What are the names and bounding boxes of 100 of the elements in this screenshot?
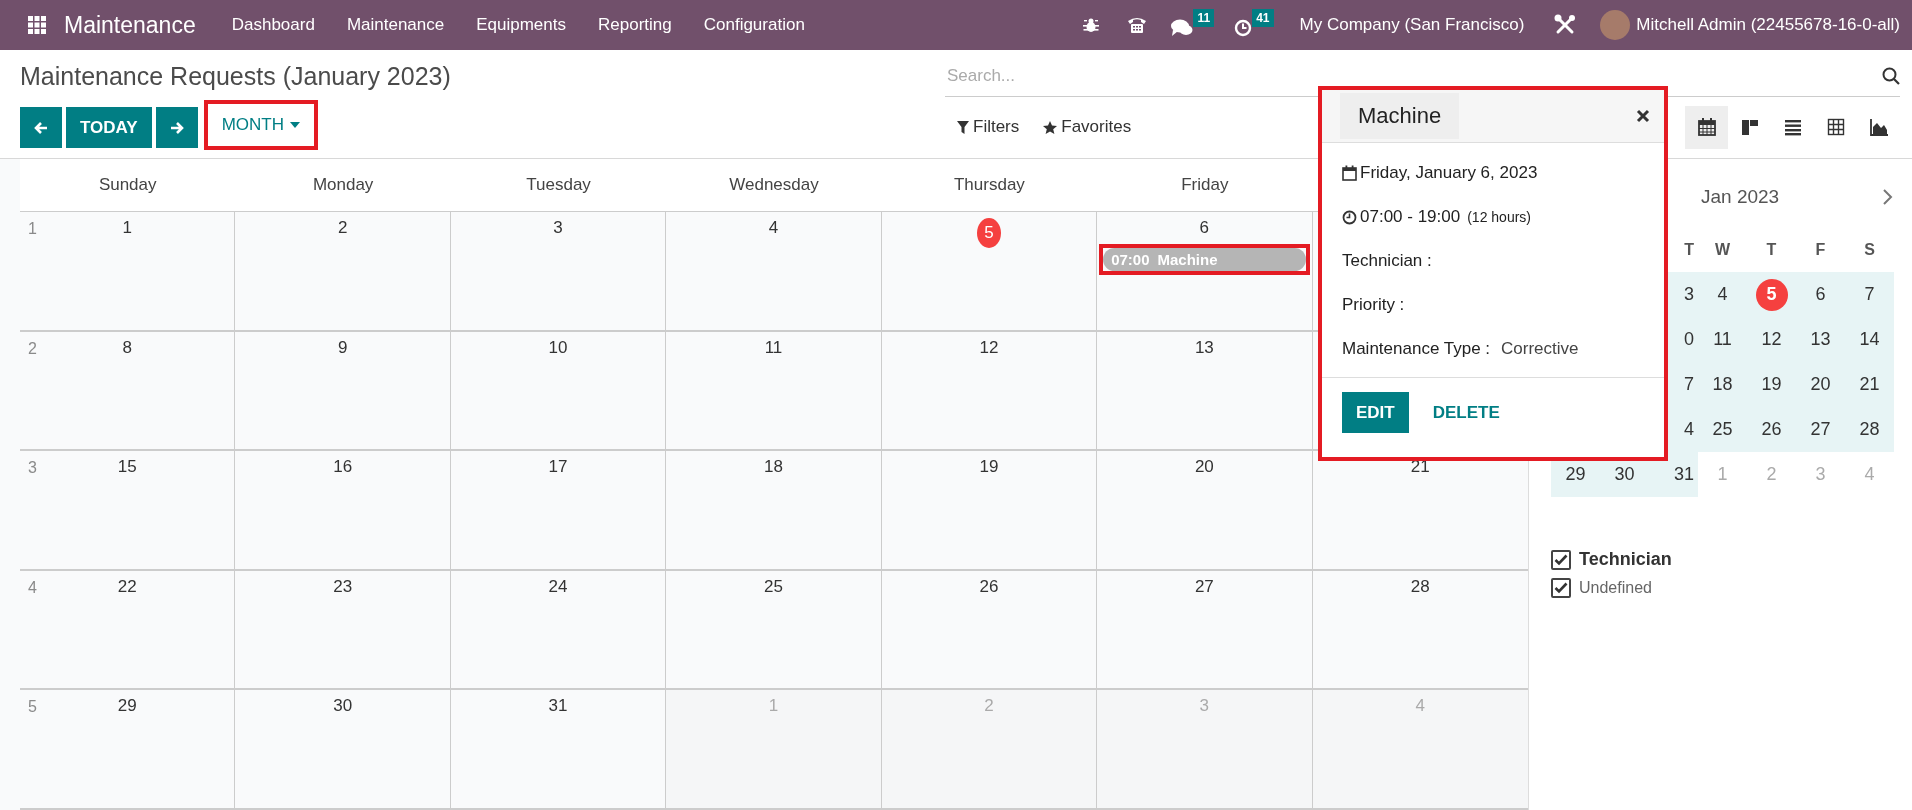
day-number: 24 [548,576,568,597]
day-number: 13 [1194,337,1214,358]
clock-icon[interactable] [1234,19,1253,37]
mini-calendar-day[interactable]: 28 [1859,419,1880,440]
day-number: 5 [976,218,1001,248]
day-number: 27 [1194,576,1214,597]
apps-menu-icon[interactable] [28,16,46,34]
caret-icon [289,122,300,128]
day-number: 30 [333,696,353,717]
filter-group-title: Technician [1579,549,1672,570]
day-number: 9 [337,337,348,358]
mini-calendar-day[interactable]: 18 [1712,374,1733,395]
view-switch-button[interactable] [1685,105,1728,149]
mini-calendar-day[interactable]: 7 [1864,284,1875,305]
day-number: 28 [1410,576,1430,597]
mini-calendar-day[interactable]: 5 [1755,278,1788,311]
clock-icon [1342,209,1357,225]
menu-item[interactable]: Equipments [460,15,582,35]
mini-calendar-day[interactable]: 4 [1684,419,1694,440]
day-number: 1 [768,696,779,717]
mini-calendar-day[interactable]: 4 [1717,284,1728,305]
weekday-header: Tuesday [526,175,591,195]
mini-calendar-day[interactable]: 20 [1810,374,1831,395]
kanban-icon [1740,118,1759,136]
day-number: 4 [768,218,779,238]
week-number: 1 [28,220,37,238]
tools-icon[interactable] [1554,14,1577,36]
weekday-header: Monday [312,175,374,195]
checkbox[interactable] [1551,578,1571,598]
next-month-icon[interactable] [1882,188,1894,206]
mini-calendar-day[interactable]: 30 [1614,464,1635,485]
menu-item[interactable]: Reporting [582,15,688,35]
popover-title: Machine [1340,93,1460,139]
event-date: Friday, January 6, 2023 [1360,163,1538,183]
previous-button[interactable] [20,107,62,148]
delete-button[interactable]: DELETE [1418,392,1514,433]
checkbox[interactable] [1551,549,1571,570]
mini-calendar-day[interactable]: 6 [1815,284,1826,305]
day-number: 22 [117,576,137,597]
field-label: Maintenance Type : [1342,339,1491,359]
area-chart-icon [1869,118,1888,136]
app-name-link[interactable]: Maintenance [64,11,196,39]
day-number: 10 [548,337,568,358]
mini-calendar-day[interactable]: 31 [1673,464,1694,485]
mini-calendar-day[interactable]: 26 [1761,419,1782,440]
company-switcher[interactable]: My Company (San Francisco) [1283,15,1541,35]
day-number: 19 [979,457,999,478]
phone-icon[interactable] [1127,16,1148,34]
arrow-right-icon [168,119,185,136]
chat-icon[interactable] [1171,19,1194,37]
filters-button[interactable]: Filters [957,117,1032,137]
field-value: Corrective [1501,339,1579,359]
weekday-letter: T [1766,240,1777,259]
weekday-letter: W [1714,240,1731,259]
mini-calendar-day[interactable]: 12 [1761,329,1782,350]
mini-calendar-day[interactable]: 13 [1810,329,1831,350]
day-number: 18 [764,457,783,478]
menu-item[interactable]: Maintenance [330,15,461,35]
today-button[interactable]: TODAY [66,107,152,148]
bug-icon[interactable] [1083,17,1100,33]
mini-calendar-day[interactable]: 19 [1761,374,1782,395]
mini-calendar-day[interactable]: 29 [1565,464,1586,485]
day-number: 15 [117,457,137,478]
next-button[interactable] [155,107,198,148]
mini-calendar-day[interactable]: 14 [1859,329,1880,350]
filter-icon [957,120,969,134]
day-number: 4 [1415,696,1425,717]
menu-item[interactable]: Dashboard [215,15,331,35]
day-number: 23 [333,576,353,597]
week-number: 5 [28,698,37,717]
page-title: Maintenance Requests (January 2023) [20,62,452,91]
favorites-button[interactable]: Favorites [1043,117,1144,137]
edit-button[interactable]: EDIT [1342,392,1409,433]
weekday-letter: T [1684,240,1694,259]
day-number: 1 [122,218,132,238]
month-label: Jan 2023 [1701,186,1780,208]
day-number: 20 [1194,457,1214,478]
mini-calendar-day[interactable]: 27 [1810,419,1831,440]
weekday-letter: S [1864,240,1875,259]
day-number: 12 [979,337,999,358]
message-count-badge: 11 [1193,9,1215,27]
search-icon[interactable] [1882,67,1900,85]
day-number: 8 [122,337,132,358]
menu-item[interactable]: Configuration [687,15,821,35]
star-icon [1043,120,1058,134]
mini-calendar-day[interactable]: 7 [1684,374,1694,395]
mini-calendar-day[interactable]: 0 [1684,329,1694,350]
activity-count-badge: 41 [1252,9,1274,27]
day-number: 2 [984,696,994,717]
mini-calendar-day[interactable]: 25 [1712,419,1733,440]
close-icon[interactable] [1636,109,1650,123]
table-grid-icon [1826,118,1845,136]
user-name[interactable]: Mitchell Admin (22455678-16-0-all) [1636,15,1900,35]
mini-calendar-day[interactable]: 11 [1713,329,1732,350]
scale-dropdown-button[interactable]: MONTH [207,104,314,146]
weekday-header: Wednesday [729,175,819,195]
weekday-header: Friday [1181,175,1229,195]
mini-calendar-day[interactable]: 3 [1684,284,1694,305]
mini-calendar-day[interactable]: 21 [1859,374,1880,395]
weekday-header: Thursday [954,175,1025,195]
